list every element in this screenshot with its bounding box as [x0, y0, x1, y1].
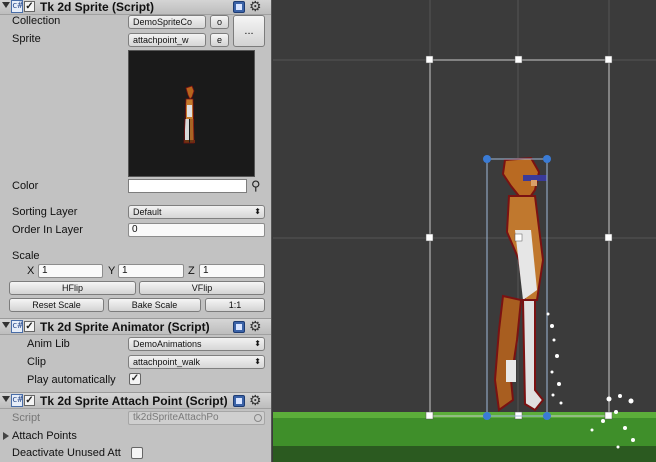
reset-scale-button[interactable]: Reset Scale [9, 298, 104, 312]
sorting-layer-label: Sorting Layer [12, 206, 78, 218]
inspector-panel: c# ✓ Tk 2d Sprite (Script) ⚙ Collection … [0, 0, 272, 462]
gear-icon[interactable]: ⚙ [249, 318, 262, 334]
chevron-down-icon: ⬍ [254, 357, 261, 366]
sprite-enabled-checkbox[interactable]: ✓ [24, 1, 35, 12]
preview-character-image [183, 85, 195, 144]
gear-icon[interactable]: ⚙ [249, 392, 262, 408]
collection-open-button[interactable]: o [210, 15, 229, 29]
foldout-arrow-icon[interactable] [2, 322, 10, 328]
script-hash-icon: c# [11, 320, 23, 333]
animator-component-title: Tk 2d Sprite Animator (Script) [40, 320, 210, 334]
foldout-arrow-icon[interactable] [2, 396, 10, 402]
order-in-layer-label: Order In Layer [12, 224, 83, 236]
anim-lib-value: DemoAnimations [133, 339, 202, 349]
scale-y-input[interactable]: 1 [118, 264, 184, 278]
scale-x-input[interactable]: 1 [38, 264, 103, 278]
attach-points-foldout-icon[interactable] [3, 432, 9, 440]
eyedropper-icon[interactable]: ⚲ [251, 178, 265, 194]
hflip-button[interactable]: HFlip [9, 281, 136, 295]
sprite-value: attachpoint_w [133, 35, 189, 45]
book-help-icon[interactable] [233, 1, 245, 13]
script-label: Script [12, 412, 41, 424]
scale-z-label: Z [188, 265, 195, 277]
anim-lib-dropdown[interactable]: DemoAnimations ⬍ [128, 337, 265, 351]
one-to-one-button[interactable]: 1:1 [205, 298, 265, 312]
gear-icon[interactable]: ⚙ [249, 0, 262, 14]
color-field[interactable] [128, 179, 247, 193]
book-help-icon[interactable] [233, 321, 245, 333]
animator-component-header[interactable]: c# ✓ Tk 2d Sprite Animator (Script) ⚙ [0, 318, 271, 335]
sprite-edit-button[interactable]: e [210, 33, 229, 47]
scene-canvas [273, 0, 656, 462]
collection-dropdown[interactable]: DemoSpriteCo [128, 15, 206, 29]
scale-y-label: Y [108, 265, 116, 277]
order-in-layer-input[interactable]: 0 [128, 223, 265, 237]
ground-tiles [273, 412, 656, 462]
play-automatically-label: Play automatically [27, 374, 116, 386]
script-value: tk2dSpriteAttachPo [133, 412, 219, 423]
object-picker-icon [254, 414, 262, 422]
collection-value: DemoSpriteCo [133, 17, 193, 27]
attach-points-label[interactable]: Attach Points [12, 430, 77, 442]
bake-scale-button[interactable]: Bake Scale [108, 298, 201, 312]
script-object-field: tk2dSpriteAttachPo [128, 411, 265, 425]
script-hash-icon: c# [11, 394, 23, 407]
collection-label: Collection [12, 15, 61, 27]
attach-point-enabled-checkbox[interactable]: ✓ [24, 395, 35, 406]
attach-point-component-header[interactable]: c# ✓ Tk 2d Sprite Attach Point (Script) … [0, 392, 271, 409]
clip-label: Clip [27, 356, 46, 368]
script-hash-icon: c# [11, 0, 23, 13]
scale-x-label: X [27, 265, 35, 277]
anim-lib-label: Anim Lib [27, 338, 70, 350]
sprite-label: Sprite [12, 33, 41, 45]
vflip-button[interactable]: VFlip [139, 281, 265, 295]
foldout-arrow-icon[interactable] [2, 2, 10, 8]
sprite-component-header[interactable]: c# ✓ Tk 2d Sprite (Script) ⚙ [0, 0, 271, 15]
color-label: Color [12, 180, 39, 192]
character-sprite[interactable] [493, 156, 547, 412]
play-automatically-checkbox[interactable]: ✓ [129, 373, 141, 385]
scale-z-input[interactable]: 1 [199, 264, 265, 278]
deactivate-unused-checkbox[interactable] [131, 447, 143, 459]
sprite-dropdown[interactable]: attachpoint_w [128, 33, 206, 47]
scene-view[interactable] [273, 0, 656, 462]
sprite-browse-button[interactable]: ... [233, 15, 265, 47]
chevron-down-icon: ⬍ [254, 207, 261, 216]
chevron-down-icon: ⬍ [254, 339, 261, 348]
clip-dropdown[interactable]: attachpoint_walk ⬍ [128, 355, 265, 369]
book-help-icon[interactable] [233, 395, 245, 407]
sprite-preview [128, 50, 255, 177]
clip-value: attachpoint_walk [133, 357, 201, 367]
scene-grid [273, 0, 656, 462]
deactivate-unused-label: Deactivate Unused Att [12, 447, 121, 459]
scale-label: Scale [12, 250, 40, 262]
sprite-component-title: Tk 2d Sprite (Script) [40, 0, 155, 14]
animator-enabled-checkbox[interactable]: ✓ [24, 321, 35, 332]
center-handle[interactable] [514, 233, 523, 242]
sorting-layer-dropdown[interactable]: Default ⬍ [128, 205, 265, 219]
sorting-layer-value: Default [133, 207, 162, 217]
attach-point-component-title: Tk 2d Sprite Attach Point (Script) [40, 394, 228, 408]
